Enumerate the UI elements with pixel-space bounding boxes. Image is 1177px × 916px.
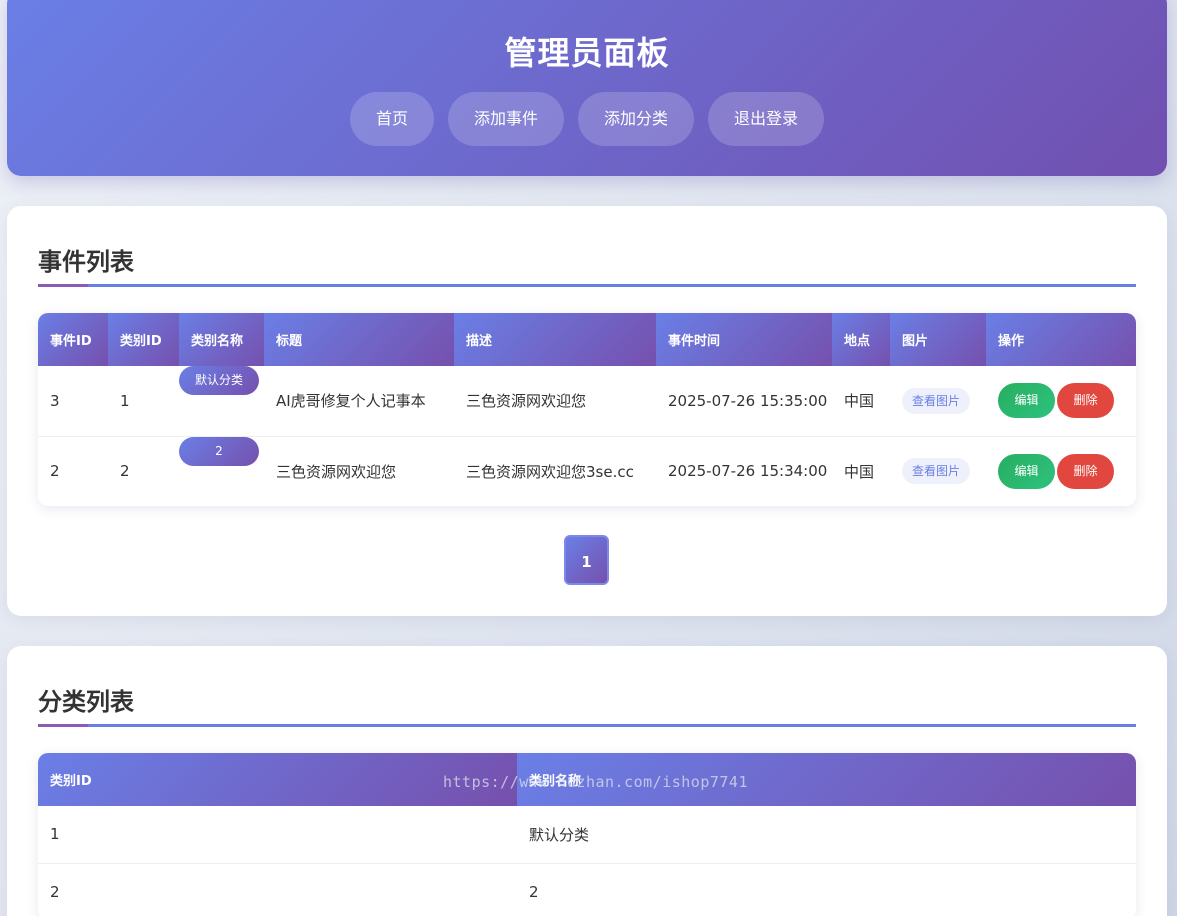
col-title[interactable]: 标题 (264, 313, 454, 366)
cell-image: 查看图片 (890, 436, 986, 506)
cell-category-name: 默认分类 (179, 366, 264, 437)
event-list-card: 事件列表 事件ID 类别ID 类别名称 标题 描述 事件时间 地点 图片 操作 (7, 206, 1167, 616)
view-image-link[interactable]: 查看图片 (902, 458, 971, 485)
cell-category-id: 1 (108, 366, 179, 437)
cell-category-name: 默认分类 (517, 806, 1136, 864)
col-event-id[interactable]: 事件ID (38, 313, 108, 366)
event-list-title: 事件列表 (38, 248, 134, 276)
col-category-name[interactable]: 类别名称 (179, 313, 264, 366)
title-underline (38, 284, 1136, 287)
category-list-title: 分类列表 (38, 688, 134, 716)
table-row: 2 2 (38, 863, 1136, 916)
nav-logout[interactable]: 退出登录 (708, 92, 825, 146)
cell-description: 三色资源网欢迎您3se.cc (466, 462, 634, 481)
title-underline (38, 724, 1136, 727)
nav-home[interactable]: 首页 (349, 92, 434, 146)
table-row: 3 1 默认分类 AI虎哥修复个人记事本 三色资源网欢迎您 2025-07-26… (38, 366, 1136, 437)
nav-bar: 首页 添加事件 添加分类 退出登录 (7, 92, 1167, 146)
cell-title: AI虎哥修复个人记事本 (264, 366, 454, 437)
cell-category-id: 2 (50, 882, 60, 901)
category-badge: 2 (179, 436, 259, 466)
cell-event-time: 2025-07-26 15:35:00 (656, 366, 832, 437)
nav-add-category[interactable]: 添加分类 (578, 92, 695, 146)
cell-title: 三色资源网欢迎您 (276, 462, 397, 481)
header-banner: 管理员面板 首页 添加事件 添加分类 退出登录 (7, 0, 1167, 176)
category-badge: 默认分类 (179, 366, 259, 395)
event-table: 事件ID 类别ID 类别名称 标题 描述 事件时间 地点 图片 操作 3 1 默… (38, 313, 1136, 506)
cell-description: 三色资源网欢迎您 (454, 366, 656, 437)
col-image[interactable]: 图片 (890, 313, 986, 366)
page-title: 管理员面板 (504, 34, 670, 72)
cell-event-time: 2025-07-26 15:34:00 (668, 462, 828, 481)
cell-category-name: 2 (529, 882, 539, 901)
cell-image: 查看图片 (890, 366, 986, 437)
watermark: https://www.huzhan.com/ishop7741 (443, 773, 748, 791)
col-description[interactable]: 描述 (454, 313, 656, 366)
delete-button[interactable]: 删除 (1057, 383, 1114, 419)
delete-button[interactable]: 删除 (1057, 453, 1114, 489)
cell-category-id: 1 (38, 806, 517, 864)
cell-location: 中国 (832, 366, 890, 437)
pagination-page-1[interactable]: 1 (564, 535, 609, 585)
cell-actions: 编辑 删除 (986, 436, 1136, 506)
table-row: 1 默认分类 (38, 806, 1136, 864)
col-event-time[interactable]: 事件时间 (656, 313, 832, 366)
edit-button[interactable]: 编辑 (998, 383, 1055, 419)
table-row: 2 2 2 三色资源网欢迎您 三色资源网欢迎您3se.cc 2025-07-26… (38, 436, 1136, 506)
cell-event-id: 2 (50, 462, 60, 481)
cell-category-name: 2 (179, 436, 264, 506)
col-category-id[interactable]: 类别ID (108, 313, 179, 366)
edit-button[interactable]: 编辑 (998, 453, 1055, 489)
col-actions[interactable]: 操作 (986, 313, 1136, 366)
view-image-link[interactable]: 查看图片 (902, 387, 971, 414)
nav-add-event[interactable]: 添加事件 (447, 92, 564, 146)
table-header-row: 事件ID 类别ID 类别名称 标题 描述 事件时间 地点 图片 操作 (38, 313, 1136, 366)
cell-category-id: 2 (120, 462, 130, 481)
cell-location: 中国 (844, 462, 875, 481)
cell-actions: 编辑 删除 (986, 366, 1136, 437)
cell-event-id: 3 (38, 366, 108, 437)
col-location[interactable]: 地点 (832, 313, 890, 366)
